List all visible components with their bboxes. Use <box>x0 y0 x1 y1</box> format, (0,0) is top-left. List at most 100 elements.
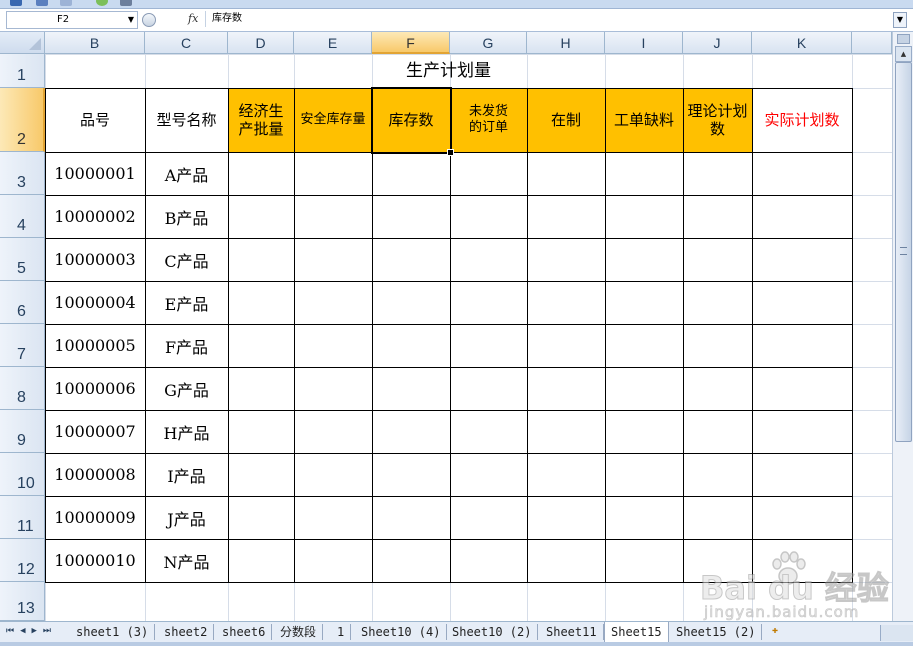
table-border <box>228 88 229 583</box>
model-name-cell[interactable]: I产品 <box>145 453 228 496</box>
cancel-formula-icon[interactable] <box>142 13 156 27</box>
insert-sheet-icon[interactable]: ✚ <box>772 625 788 637</box>
select-all-button[interactable] <box>0 32 45 54</box>
sheet-tab[interactable]: sheet1 (3) <box>70 624 156 640</box>
model-name-cell[interactable]: H产品 <box>145 410 228 453</box>
row-header-5[interactable]: 5 <box>0 238 45 281</box>
row-header-9[interactable]: 9 <box>0 410 45 453</box>
insert-function-icon[interactable]: fx <box>188 12 198 25</box>
table-border <box>752 88 753 583</box>
row-number: 6 <box>17 303 26 320</box>
redo-icon[interactable] <box>60 0 72 6</box>
row-number: 5 <box>17 260 26 277</box>
sheet-tab[interactable]: Sheet10 (2) <box>446 624 539 640</box>
column-header-d[interactable]: D <box>228 32 294 54</box>
row-header-8[interactable]: 8 <box>0 367 45 410</box>
header-cell[interactable]: 理论计划 数 <box>683 88 752 152</box>
cells-area[interactable]: 生产计划量 品号 型号名称 经济生 产批量 安全库存量 库存数 未发货 的订单 在制 工单缺料理… <box>45 54 892 621</box>
row-header-10[interactable]: 10 <box>0 453 45 496</box>
item-number-cell[interactable]: 10000005 <box>45 324 145 367</box>
column-header-k[interactable]: K <box>752 32 852 54</box>
model-name-cell[interactable]: J产品 <box>145 496 228 539</box>
row-header-13[interactable]: 13 <box>0 582 45 621</box>
row-header-6[interactable]: 6 <box>0 281 45 324</box>
row-number: 11 <box>17 518 34 535</box>
row-number: 1 <box>17 67 26 84</box>
header-cell[interactable]: 品号 <box>45 88 145 152</box>
column-header-g[interactable]: G <box>450 32 527 54</box>
row-header-4[interactable]: 4 <box>0 195 45 238</box>
header-cell[interactable]: 安全库存量 <box>294 88 372 152</box>
item-number-cell[interactable]: 10000003 <box>45 238 145 281</box>
name-box[interactable]: F2 ▼ <box>6 11 138 29</box>
item-number-cell[interactable]: 10000010 <box>45 539 145 582</box>
row-header-12[interactable]: 12 <box>0 539 45 582</box>
name-box-value: F2 <box>57 14 70 25</box>
item-number-cell[interactable]: 10000001 <box>45 152 145 195</box>
model-name-cell[interactable]: E产品 <box>145 281 228 324</box>
circle-icon[interactable] <box>96 0 108 6</box>
table-border <box>45 367 853 368</box>
formula-input[interactable]: 库存数 <box>205 11 896 27</box>
sheet-tab[interactable]: sheet6 <box>216 624 273 640</box>
row-header-7[interactable]: 7 <box>0 324 45 367</box>
column-header-h[interactable]: H <box>527 32 605 54</box>
header-cell[interactable]: 工单缺料 <box>605 88 683 152</box>
model-name-cell[interactable]: N产品 <box>145 539 228 582</box>
column-header-j[interactable]: J <box>683 32 752 54</box>
header-cell[interactable]: 实际计划数 <box>752 88 852 152</box>
scroll-thumb[interactable] <box>895 62 912 442</box>
sheet-tab[interactable]: Sheet10 (4) <box>355 624 448 640</box>
table-border <box>45 238 853 239</box>
item-number-cell[interactable]: 10000008 <box>45 453 145 496</box>
table-border <box>45 281 853 282</box>
model-name-cell[interactable]: B产品 <box>145 195 228 238</box>
header-cell[interactable]: 在制 <box>527 88 605 152</box>
save-icon[interactable] <box>10 0 22 6</box>
model-name-cell[interactable]: F产品 <box>145 324 228 367</box>
undo-icon[interactable] <box>36 0 48 6</box>
column-header-b[interactable]: B <box>45 32 145 54</box>
model-name-cell[interactable]: G产品 <box>145 367 228 410</box>
column-header-c[interactable]: C <box>145 32 228 54</box>
row-header-2[interactable]: 2 <box>0 88 45 152</box>
item-number-cell[interactable]: 10000007 <box>45 410 145 453</box>
header-cell[interactable]: 库存数 <box>372 88 450 152</box>
row-header-11[interactable]: 11 <box>0 496 45 539</box>
scroll-up-icon[interactable]: ▲ <box>895 46 912 62</box>
model-name-cell[interactable]: A产品 <box>145 152 228 195</box>
table-border <box>45 582 853 583</box>
header-cell[interactable]: 型号名称 <box>145 88 228 152</box>
item-number-cell[interactable]: 10000009 <box>45 496 145 539</box>
column-header-e[interactable]: E <box>294 32 372 54</box>
print-icon[interactable] <box>120 0 132 6</box>
header-cell[interactable]: 经济生 产批量 <box>228 88 294 152</box>
table-border <box>45 410 853 411</box>
item-number-cell[interactable]: 10000002 <box>45 195 145 238</box>
sheet-tab[interactable]: Sheet15 <box>604 622 669 643</box>
sheet-tab[interactable]: Sheet11 <box>540 624 604 640</box>
column-header-i[interactable]: I <box>605 32 683 54</box>
item-number-cell[interactable]: 10000004 <box>45 281 145 324</box>
model-name-cell[interactable]: C产品 <box>145 238 228 281</box>
table-border <box>294 88 295 583</box>
split-handle[interactable] <box>897 34 910 44</box>
item-number-cell[interactable]: 10000006 <box>45 367 145 410</box>
vertical-scrollbar[interactable]: ▲ <box>892 32 913 621</box>
expand-formula-bar-icon[interactable]: ▼ <box>893 12 907 28</box>
tab-nav-buttons[interactable]: ⏮◀▶⏭ <box>6 626 66 640</box>
row-number: 12 <box>17 561 35 578</box>
row-header-3[interactable]: 3 <box>0 152 45 195</box>
quick-access-toolbar <box>0 0 913 9</box>
column-header-f[interactable]: F <box>372 32 450 54</box>
row-number: 2 <box>17 131 26 148</box>
sheet-tab[interactable]: 1 <box>331 624 352 640</box>
sheet-tab[interactable]: sheet2 <box>158 624 215 640</box>
horizontal-scrollbar[interactable] <box>880 625 913 641</box>
chevron-down-icon[interactable]: ▼ <box>128 12 134 28</box>
sheet-title[interactable]: 生产计划量 <box>45 54 852 88</box>
row-header-1[interactable]: 1 <box>0 54 45 88</box>
sheet-tab[interactable]: 分数段 <box>274 624 324 640</box>
header-cell[interactable]: 未发货 的订单 <box>450 88 527 152</box>
sheet-tab[interactable]: Sheet15 (2) <box>670 624 763 640</box>
